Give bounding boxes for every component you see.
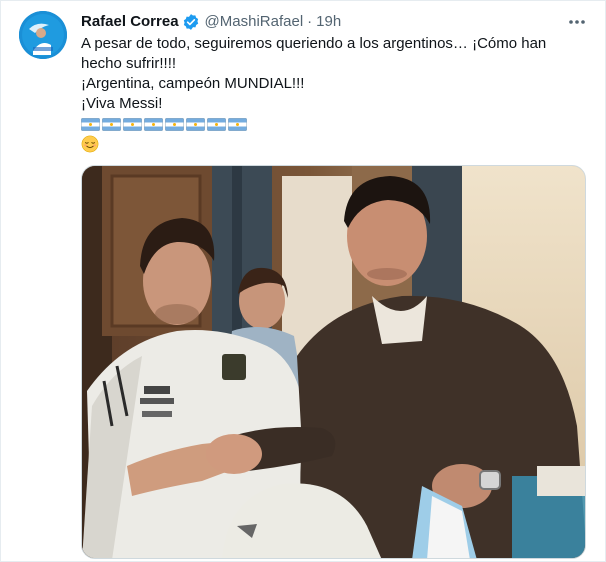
argentina-flag-icon	[228, 117, 247, 131]
tweet-text-line: ¡Argentina, campeón MUNDIAL!!!	[81, 75, 305, 92]
relieved-face-icon	[81, 134, 586, 154]
argentina-flag-icon	[102, 117, 121, 131]
flag-emoji-row	[81, 114, 586, 134]
argentina-flag-icon	[186, 117, 205, 131]
author-name[interactable]: Rafael Correa	[81, 12, 179, 32]
tweet-text: A pesar de todo, seguiremos queriendo a …	[81, 34, 586, 154]
author-avatar[interactable]	[19, 11, 67, 59]
tweet-text-line: A pesar de todo, seguiremos queriendo a …	[81, 35, 547, 72]
argentina-flag-icon	[144, 117, 163, 131]
tweet-timestamp[interactable]: 19h	[316, 12, 341, 32]
argentina-flag-icon	[123, 117, 142, 131]
tweet-text-line: ¡Viva Messi!	[81, 95, 163, 112]
argentina-flag-icon	[207, 117, 226, 131]
tweet-card[interactable]: Rafael Correa @MashiRafael · 19h A pesar…	[0, 0, 606, 562]
argentina-flag-icon	[81, 117, 100, 131]
tweet-header: Rafael Correa @MashiRafael · 19h	[81, 11, 585, 33]
verified-badge-icon	[182, 13, 200, 31]
author-handle[interactable]: @MashiRafael	[205, 12, 304, 32]
separator-dot: ·	[307, 13, 313, 30]
more-options-icon[interactable]	[567, 13, 587, 31]
argentina-flag-icon	[165, 117, 184, 131]
tweet-photo[interactable]	[81, 165, 586, 559]
